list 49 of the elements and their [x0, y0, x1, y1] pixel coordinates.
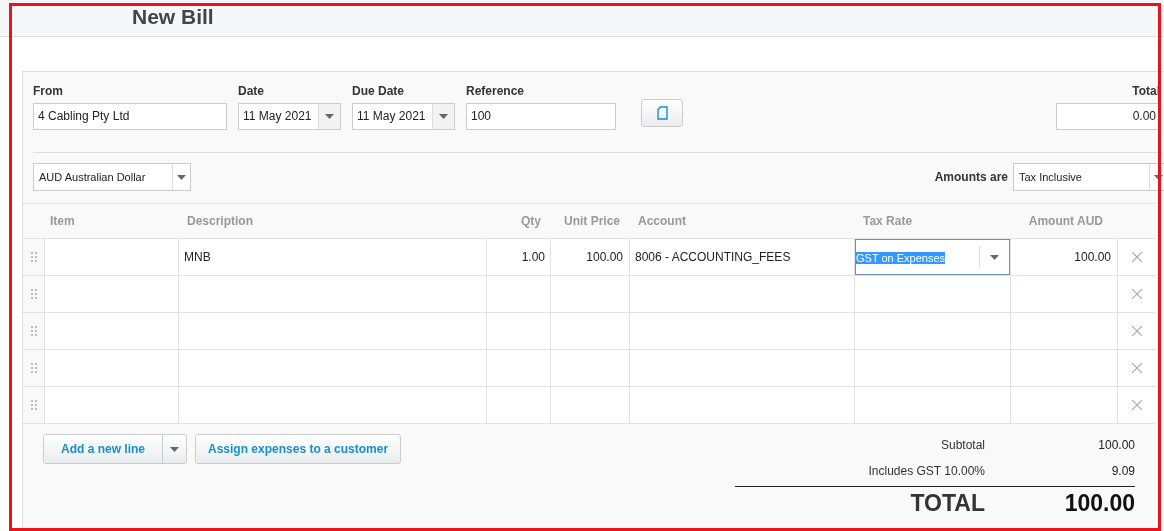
- column-header: Amount AUD: [1027, 213, 1104, 230]
- input-field[interactable]: 4 Cabling Pty Ltd: [33, 103, 227, 130]
- currency-dropdown[interactable]: AUD Australian Dollar: [33, 163, 191, 191]
- document-button[interactable]: [641, 99, 683, 127]
- page-title: New Bill: [132, 5, 214, 28]
- totals-label: Subtotal: [940, 437, 985, 454]
- field-label: Reference: [466, 83, 526, 100]
- total-field[interactable]: 0.00: [1056, 103, 1160, 130]
- drag-handle-icon[interactable]: [30, 252, 37, 262]
- column-header: Description: [186, 213, 254, 230]
- close-icon[interactable]: [1132, 400, 1142, 410]
- column-header: Unit Price: [563, 213, 621, 230]
- field-label: Date: [238, 83, 265, 100]
- column-header: Tax Rate: [862, 213, 914, 230]
- amounts-are-label: Amounts are: [934, 169, 1008, 186]
- caret-icon: [990, 254, 999, 260]
- total-value: 100.00: [1063, 491, 1135, 515]
- document-icon: [656, 106, 668, 120]
- table-cell-text: 100.00: [1074, 249, 1111, 266]
- drag-handle-icon[interactable]: [30, 326, 37, 336]
- close-icon[interactable]: [1132, 363, 1142, 373]
- caret-icon: [177, 174, 186, 180]
- date-field[interactable]: 11 May 2021: [238, 103, 341, 130]
- table-cell-text: 8006 - ACCOUNTING_FEES: [635, 249, 791, 266]
- table-cell-text: 1.00: [521, 249, 545, 266]
- column-header: Account: [637, 213, 687, 230]
- close-icon[interactable]: [1132, 326, 1142, 336]
- totals-value: 100.00: [1097, 437, 1135, 454]
- field-label: From: [33, 83, 64, 100]
- total-label: TOTAL: [910, 491, 985, 515]
- tax-mode-dropdown[interactable]: Tax Inclusive: [1013, 163, 1164, 191]
- input-field[interactable]: 100: [466, 103, 616, 130]
- close-icon[interactable]: [1132, 252, 1142, 262]
- totals-label: Includes GST 10.00%: [868, 463, 985, 480]
- date-field[interactable]: 11 May 2021: [352, 103, 455, 130]
- caret-icon: [170, 446, 179, 452]
- table-cell-text: 100.00: [586, 249, 623, 266]
- totals-value: 9.09: [1110, 463, 1135, 480]
- drag-handle-icon[interactable]: [30, 400, 37, 410]
- field-label: Due Date: [352, 83, 405, 100]
- drag-handle-icon[interactable]: [30, 289, 37, 299]
- table-cell-text: MNB: [184, 249, 211, 266]
- caret-icon: [325, 114, 334, 119]
- caret-icon: [439, 114, 448, 119]
- caret-icon: [1154, 174, 1163, 180]
- column-header: Qty: [520, 213, 542, 230]
- column-header: Item: [49, 213, 76, 230]
- close-icon[interactable]: [1132, 289, 1142, 299]
- drag-handle-icon[interactable]: [30, 363, 37, 373]
